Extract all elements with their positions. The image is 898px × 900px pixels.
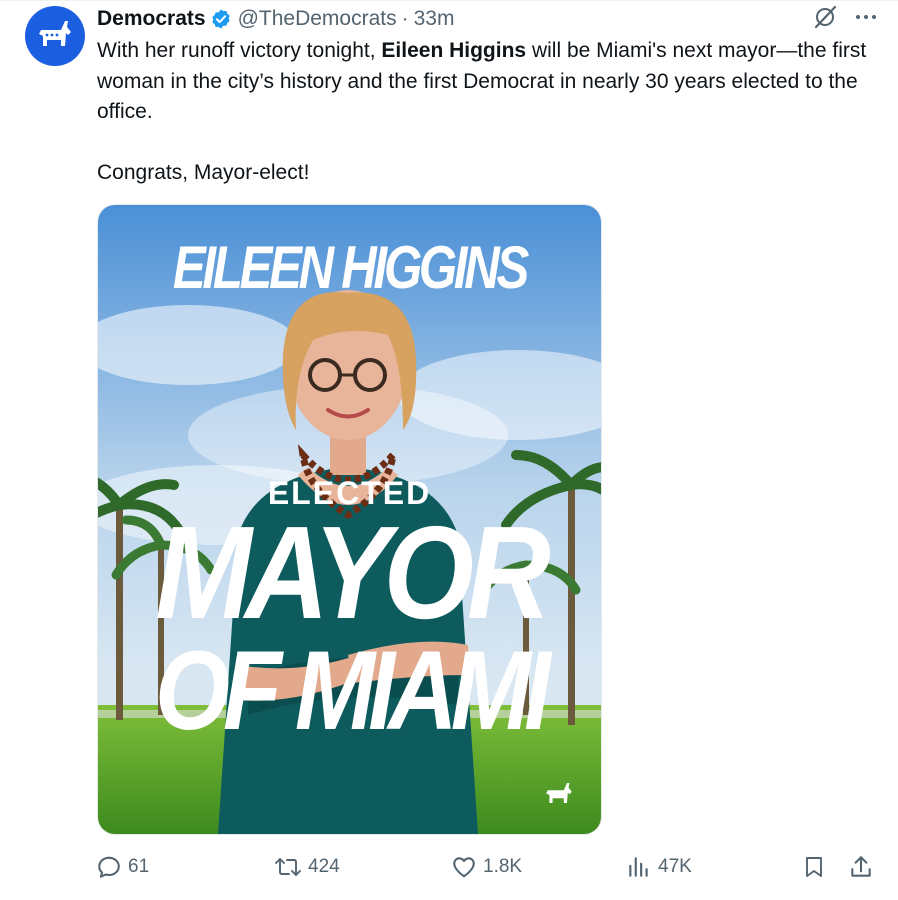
share-button[interactable]	[848, 849, 874, 885]
reply-icon	[98, 856, 120, 878]
repost-icon	[275, 858, 301, 876]
like-button[interactable]: 1.8K	[451, 849, 522, 885]
timestamp[interactable]: 33m	[414, 7, 455, 31]
avatar[interactable]	[25, 6, 85, 66]
poster-name-text: EILEEN HIGGINS	[172, 234, 529, 301]
tweet-text: With her runoff victory tonight, Eileen …	[97, 36, 867, 188]
poster-mayor-text: MAYOR	[155, 499, 551, 646]
views-icon	[629, 857, 648, 877]
poster-miami-text: OF MIAMI	[154, 628, 551, 753]
share-icon	[851, 856, 871, 877]
tweet-media-image[interactable]: EILEEN HIGGINS ELECTED MAYOR OF MIAMI	[97, 204, 602, 835]
repost-count: 424	[308, 856, 340, 877]
tweet-text-intro: With her runoff victory tonight,	[97, 39, 382, 62]
views-button[interactable]: 47K	[626, 849, 692, 885]
bookmark-icon	[806, 857, 822, 877]
views-count: 47K	[658, 856, 692, 877]
display-name[interactable]: Democrats	[97, 7, 206, 31]
tweet-text-bold-name: Eileen Higgins	[381, 39, 527, 62]
bookmark-button[interactable]	[802, 849, 826, 885]
tweet-top-actions	[812, 4, 878, 30]
heart-icon	[453, 857, 475, 878]
donkey-logo-icon	[39, 21, 71, 46]
repost-button[interactable]: 424	[274, 849, 340, 885]
like-count: 1.8K	[483, 856, 523, 877]
reply-count: 61	[128, 856, 150, 877]
tweet-header: Democrats @TheDemocrats · 33m	[97, 6, 878, 32]
poster-donkey-logo-icon	[543, 780, 575, 810]
separator-dot: ·	[401, 7, 409, 30]
grok-icon[interactable]	[812, 4, 838, 30]
tweet-paragraph-1: With her runoff victory tonight, Eileen …	[97, 36, 867, 128]
more-icon[interactable]	[854, 5, 878, 29]
verified-badge-icon	[210, 8, 232, 30]
reply-button[interactable]: 61	[96, 849, 149, 885]
tweet-actions-bar: 61 424 1.8K 47K	[96, 849, 876, 885]
top-divider	[0, 0, 898, 1]
handle[interactable]: @TheDemocrats	[238, 7, 397, 31]
tweet-paragraph-2: Congrats, Mayor-elect!	[97, 160, 310, 184]
